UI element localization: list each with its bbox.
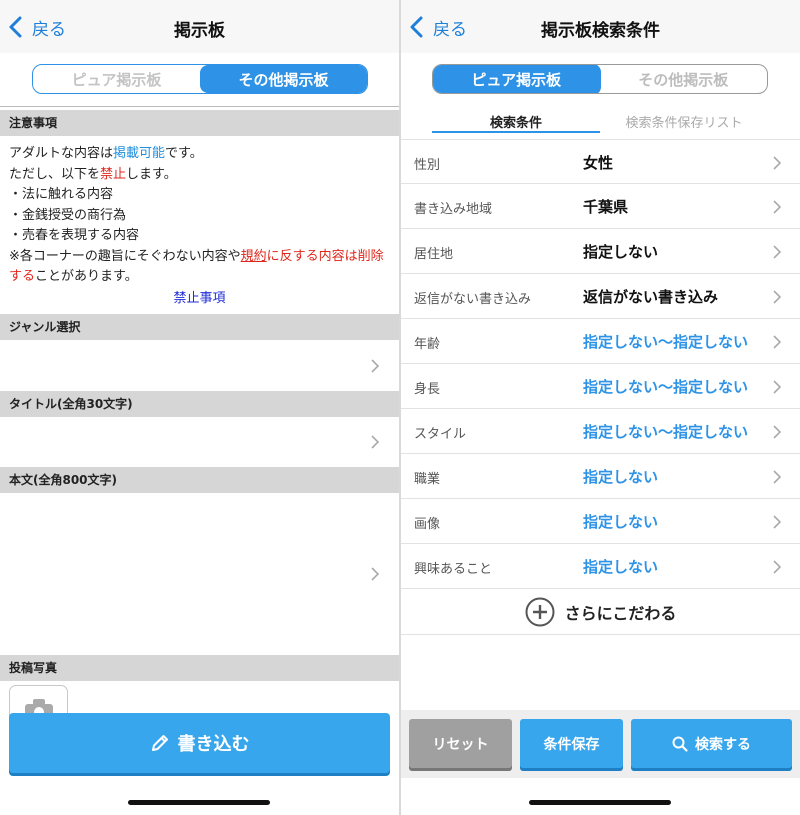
notice-line2-end: します。 — [126, 166, 177, 182]
search-icon — [672, 736, 688, 752]
condition-label: 身長 — [414, 382, 441, 397]
chevron-right-icon — [773, 245, 781, 259]
condition-label: 興味あること — [414, 562, 493, 577]
condition-label: 年齢 — [414, 337, 441, 352]
notice-item: ・法に触れる内容 — [9, 187, 114, 202]
chevron-right-icon — [773, 156, 781, 170]
condition-row-height[interactable]: 身長 指定しない～指定しない — [401, 364, 800, 409]
condition-row-gender[interactable]: 性別 女性 — [401, 139, 800, 184]
notice-line6: ※各コーナーの趣旨にそぐわない内容や — [9, 248, 241, 264]
chevron-right-icon — [371, 435, 379, 449]
notice-item: ・金銭授受の商行為 — [9, 207, 127, 223]
terms-link[interactable]: 規約 — [241, 249, 267, 264]
pencil-icon — [151, 735, 168, 751]
condition-value: 千葉県 — [583, 198, 629, 216]
condition-value: 指定しない — [583, 243, 659, 261]
home-indicator[interactable] — [529, 800, 671, 805]
condition-row-no-reply[interactable]: 返信がない書き込み 返信がない書き込み — [401, 274, 800, 319]
condition-value: 指定しない～指定しない — [583, 378, 749, 396]
notice-allowed: 掲載可能 — [113, 146, 166, 161]
segment-pure-board[interactable]: ピュア掲示板 — [433, 65, 601, 93]
condition-label: 画像 — [414, 517, 441, 532]
condition-value: 指定しない — [583, 513, 659, 531]
condition-label: 職業 — [414, 472, 441, 487]
condition-row-area[interactable]: 書き込み地域 千葉県 — [401, 184, 800, 229]
page-title: 掲示板検索条件 — [541, 21, 660, 41]
condition-label: 性別 — [414, 158, 441, 173]
body-input-row[interactable] — [0, 493, 399, 655]
search-tabs: 検索条件 検索条件保存リスト — [401, 112, 800, 134]
notice-line1-end: です。 — [165, 146, 203, 161]
chevron-right-icon — [371, 359, 379, 373]
condition-value: 指定しない — [583, 468, 659, 486]
notice-line1: アダルトな内容は — [9, 146, 114, 161]
chevron-right-icon — [773, 560, 781, 574]
segment-other-board[interactable]: その他掲示板 — [200, 65, 367, 93]
more-conditions-button[interactable]: さらにこだわる — [401, 590, 800, 635]
condition-row-image[interactable]: 画像 指定しない — [401, 499, 800, 544]
post-board-screen: 戻る 掲示板 ピュア掲示板 その他掲示板 注意事項 アダルトな内容は掲載可能です… — [0, 0, 399, 815]
segment-pure-board[interactable]: ピュア掲示板 — [33, 65, 200, 93]
chevron-right-icon — [773, 380, 781, 394]
condition-label: 書き込み地域 — [414, 202, 493, 217]
condition-row-residence[interactable]: 居住地 指定しない — [401, 229, 800, 274]
condition-row-interests[interactable]: 興味あること 指定しない — [401, 544, 800, 589]
condition-value: 指定しない～指定しない — [583, 423, 749, 441]
title-input-row[interactable] — [0, 417, 399, 467]
search-conditions-screen: 戻る 掲示板検索条件 ピュア掲示板 その他掲示板 検索条件 検索条件保存リスト … — [401, 0, 800, 815]
conditions-list: 性別 女性 書き込み地域 千葉県 居住地 指定しない 返信がない書き込み 返信が… — [401, 139, 800, 589]
home-indicator[interactable] — [128, 800, 270, 805]
notice-item: ・売春を表現する内容 — [9, 228, 140, 243]
condition-value: 指定しない～指定しない — [583, 333, 749, 351]
genre-select-row[interactable] — [0, 340, 399, 391]
chevron-right-icon — [773, 200, 781, 214]
notice-heading: 注意事項 — [0, 110, 399, 136]
chevron-right-icon — [773, 425, 781, 439]
search-button[interactable]: 検索する — [631, 719, 792, 768]
condition-value: 返信がない書き込み — [583, 288, 719, 306]
nav-bar: 戻る 掲示板 — [0, 0, 399, 53]
condition-label: 返信がない書き込み — [414, 292, 532, 307]
board-type-segment: ピュア掲示板 その他掲示板 — [432, 64, 768, 94]
condition-label: スタイル — [414, 427, 467, 442]
notice-line2: ただし、以下を — [9, 166, 101, 182]
reset-button[interactable]: リセット — [409, 719, 512, 768]
notice-prohibited: 禁止 — [100, 166, 127, 182]
tab-saved-conditions[interactable]: 検索条件保存リスト — [600, 112, 768, 131]
condition-label: 居住地 — [414, 247, 454, 262]
tab-search-conditions[interactable]: 検索条件 — [432, 112, 600, 133]
action-bar: リセット 条件保存 検索する — [401, 710, 800, 778]
genre-heading: ジャンル選択 — [0, 314, 399, 340]
body-heading: 本文(全角800文字) — [0, 467, 399, 493]
condition-row-age[interactable]: 年齢 指定しない～指定しない — [401, 319, 800, 364]
page-title: 掲示板 — [174, 21, 225, 41]
notice-text: アダルトな内容は掲載可能です。 ただし、以下を禁止します。 ・法に触れる内容 ・… — [9, 144, 391, 288]
board-type-segment: ピュア掲示板 その他掲示板 — [32, 64, 368, 94]
write-post-label: 書き込む — [177, 734, 250, 755]
condition-row-style[interactable]: スタイル 指定しない～指定しない — [401, 409, 800, 454]
chevron-right-icon — [773, 335, 781, 349]
condition-value: 女性 — [583, 154, 614, 172]
plus-circle-icon — [525, 597, 555, 627]
chevron-right-icon — [773, 515, 781, 529]
nav-bar: 戻る 掲示板検索条件 — [401, 0, 800, 53]
segment-other-board[interactable]: その他掲示板 — [600, 65, 768, 93]
more-conditions-label: さらにこだわる — [564, 604, 677, 623]
photo-heading: 投稿写真 — [0, 655, 399, 681]
prohibited-items-link[interactable]: 禁止事項 — [0, 287, 399, 306]
chevron-right-icon — [371, 567, 379, 581]
write-post-button[interactable]: 書き込む — [9, 713, 390, 773]
save-conditions-button[interactable]: 条件保存 — [520, 719, 623, 768]
condition-row-occupation[interactable]: 職業 指定しない — [401, 454, 800, 499]
title-heading: タイトル(全角30文字) — [0, 391, 399, 417]
condition-value: 指定しない — [583, 558, 659, 576]
notice-line6-end: ことがあります。 — [35, 269, 138, 284]
chevron-right-icon — [773, 470, 781, 484]
divider — [0, 106, 399, 107]
chevron-right-icon — [773, 290, 781, 304]
search-label: 検索する — [695, 736, 751, 753]
